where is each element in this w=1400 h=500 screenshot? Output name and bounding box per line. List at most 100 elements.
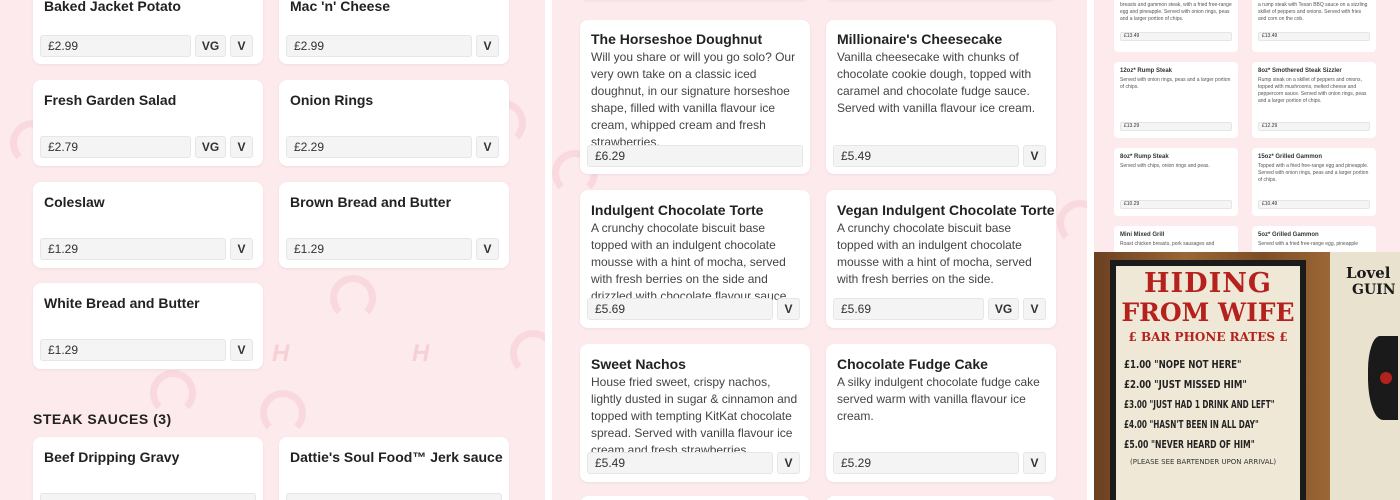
sign-heading: HIDING xyxy=(1144,268,1272,299)
menu-item-card[interactable]: a rump steak with Texan BBQ sauce on a s… xyxy=(1252,0,1376,52)
menu-item-title: Chocolate Fudge Cake xyxy=(837,356,988,372)
left-menu-panel: H H Baked Jacket Potato £2.99 VG V Mac '… xyxy=(0,0,545,500)
menu-item-price: £1.29 xyxy=(40,238,226,260)
menu-item-price: £1.29 xyxy=(286,238,472,260)
menu-item-card[interactable]: Vegan Indulgent Chocolate Torte A crunch… xyxy=(826,190,1056,328)
menu-item-description: Topped with a fried free-range egg and p… xyxy=(1258,163,1369,183)
menu-item-card[interactable]: Coleslaw £1.29 V xyxy=(33,182,263,268)
menu-item-card[interactable]: Onion Rings £2.29 V xyxy=(279,80,509,166)
menu-item-price: £5.69 xyxy=(587,298,773,320)
dessert-menu-panel: The Horseshoe Doughnut Will you share or… xyxy=(552,0,1087,500)
menu-item-description: House fried sweet, crispy nachos, lightl… xyxy=(591,375,798,457)
menu-item-card[interactable]: Fresh Garden Salad £2.79 VG V xyxy=(33,80,263,166)
menu-item-price xyxy=(286,493,502,500)
menu-item-price: £10.29 xyxy=(1120,200,1232,209)
menu-item-card[interactable]: Dattie's Soul Food™ Jerk sauce xyxy=(279,437,509,500)
horseshoe-pattern xyxy=(1057,200,1087,246)
menu-item-price: £13.49 xyxy=(1120,32,1232,41)
menu-item-card[interactable]: 5oz* Grilled Gammon Served with a fried … xyxy=(1252,226,1376,252)
menu-item-description: Roast chicken breasts, pork sausages and xyxy=(1120,241,1215,247)
menu-item-card[interactable]: 8oz* Rump Steak Served with chips, onion… xyxy=(1114,148,1238,216)
menu-item-price: £5.69 xyxy=(833,298,984,320)
menu-item-title: Baked Jacket Potato xyxy=(44,0,181,14)
menu-item-title: Onion Rings xyxy=(290,92,374,108)
vegetarian-tag: V xyxy=(476,35,499,57)
menu-item-description: breasts and gammon steak, with a fried f… xyxy=(1120,2,1232,22)
menu-item-card[interactable]: Mini Mixed Grill Roast chicken breasts, … xyxy=(1114,226,1238,252)
menu-item-price: £12.29 xyxy=(1258,122,1370,131)
menu-item-price: £6.29 xyxy=(587,145,803,167)
horseshoe-pattern xyxy=(260,390,306,436)
poster-text: GUIN xyxy=(1352,282,1396,298)
menu-item-description: Served with chips, onion rings and peas. xyxy=(1120,163,1210,169)
menu-item-card[interactable]: 15oz* Grilled Gammon Topped with a fried… xyxy=(1252,148,1376,216)
vegetarian-tag: V xyxy=(476,136,499,158)
vegan-tag: VG xyxy=(195,136,226,158)
menu-item-title: Coleslaw xyxy=(44,194,105,210)
vegetarian-tag: V xyxy=(777,452,800,474)
poster-figure xyxy=(1380,372,1392,384)
menu-item-price: £5.29 xyxy=(833,452,1019,474)
menu-item-price: £5.49 xyxy=(587,452,773,474)
menu-item-price: £13.49 xyxy=(1258,32,1370,41)
menu-item-description: Rump steak on a skillet of peppers and o… xyxy=(1258,77,1367,104)
menu-item-card[interactable]: 12oz* Rump Steak Served with onion rings… xyxy=(1114,62,1238,138)
menu-item-card[interactable]: Indulgent Chocolate Torte A crunchy choc… xyxy=(580,190,810,328)
menu-item-card[interactable]: Sweet Nachos House fried sweet, crispy n… xyxy=(580,344,810,482)
menu-item-card[interactable]: The Horseshoe Doughnut Will you share or… xyxy=(580,20,810,174)
menu-item-title: Dattie's Soul Food™ Jerk sauce xyxy=(290,449,503,465)
menu-item-card[interactable]: Millionaire's Cheesecake Vanilla cheesec… xyxy=(826,20,1056,174)
menu-item-card[interactable] xyxy=(580,496,810,500)
vegetarian-tag: V xyxy=(230,35,253,57)
sign-frame: HIDING FROM WIFE £ BAR PHONE RATES £ £1.… xyxy=(1110,260,1306,500)
sign-line: £4.00 "HASN'T BEEN IN ALL DAY" xyxy=(1124,418,1259,431)
vegan-tag: VG xyxy=(988,298,1019,320)
menu-item-price: £10.49 xyxy=(1258,200,1370,209)
menu-item-card[interactable] xyxy=(826,496,1056,500)
horseshoe-pattern xyxy=(150,370,196,416)
steak-menu-thumbnail: breasts and gammon steak, with a fried f… xyxy=(1094,0,1400,252)
menu-item-title: The Horseshoe Doughnut xyxy=(591,31,763,47)
pub-sign-photo: HIDING FROM WIFE £ BAR PHONE RATES £ £1.… xyxy=(1094,252,1400,500)
menu-item-card[interactable]: Mac 'n' Cheese £2.99 V xyxy=(279,0,509,64)
vegetarian-tag: V xyxy=(230,136,253,158)
menu-item-price: £2.99 xyxy=(286,35,472,57)
menu-item-card[interactable]: Baked Jacket Potato £2.99 VG V xyxy=(33,0,263,64)
menu-item-card[interactable]: 8oz* Smothered Steak Sizzler Rump steak … xyxy=(1252,62,1376,138)
sign-line: £3.00 "JUST HAD 1 DRINK AND LEFT" xyxy=(1124,398,1275,411)
sign-line: £2.00 "JUST MISSED HIM" xyxy=(1124,378,1247,391)
menu-item-title: 12oz* Rump Steak xyxy=(1120,68,1173,74)
menu-item-title: Fresh Garden Salad xyxy=(44,92,177,108)
pattern-letter: H xyxy=(272,340,290,367)
vegan-tag: VG xyxy=(195,35,226,57)
menu-item-description: Served with onion rings, peas and a larg… xyxy=(1120,77,1231,90)
menu-item-price: £13.29 xyxy=(1120,122,1232,131)
menu-item-description: Vanilla cheesecake with chunks of chocol… xyxy=(837,50,1036,115)
menu-item-card[interactable]: breasts and gammon steak, with a fried f… xyxy=(1114,0,1238,52)
menu-item-price: £5.49 xyxy=(833,145,1019,167)
menu-item-title: Brown Bread and Butter xyxy=(290,194,452,210)
menu-item-card[interactable]: White Bread and Butter £1.29 V xyxy=(33,283,263,369)
menu-item-price: £1.29 xyxy=(40,339,226,361)
menu-item-card[interactable]: Chocolate Fudge Cake A silky indulgent c… xyxy=(826,344,1056,482)
menu-item-title: Mac 'n' Cheese xyxy=(290,0,391,14)
menu-item-card[interactable]: Brown Bread and Butter £1.29 V xyxy=(279,182,509,268)
vegetarian-tag: V xyxy=(1023,298,1046,320)
menu-item-title: Indulgent Chocolate Torte xyxy=(591,202,764,218)
menu-item-title: Beef Dripping Gravy xyxy=(44,449,180,465)
sign-heading: FROM WIFE xyxy=(1121,298,1295,327)
vegetarian-tag: V xyxy=(476,238,499,260)
menu-item-price: £2.29 xyxy=(286,136,472,158)
menu-item-title: Sweet Nachos xyxy=(591,356,686,372)
sign-footnote: (PLEASE SEE BARTENDER UPON ARRIVAL) xyxy=(1130,458,1277,466)
menu-item-description: a rump steak with Texan BBQ sauce on a s… xyxy=(1258,2,1368,22)
menu-item-title: 5oz* Grilled Gammon xyxy=(1258,232,1319,238)
menu-item-title: Mini Mixed Grill xyxy=(1120,232,1165,238)
menu-item-description: A crunchy chocolate biscuit base topped … xyxy=(591,221,790,303)
menu-item-title: 8oz* Rump Steak xyxy=(1120,154,1169,160)
menu-item-description: A crunchy chocolate biscuit base topped … xyxy=(837,221,1032,286)
menu-item-price: £2.79 xyxy=(40,136,191,158)
menu-item-card[interactable]: Beef Dripping Gravy xyxy=(33,437,263,500)
vegetarian-tag: V xyxy=(230,238,253,260)
vegetarian-tag: V xyxy=(1023,452,1046,474)
